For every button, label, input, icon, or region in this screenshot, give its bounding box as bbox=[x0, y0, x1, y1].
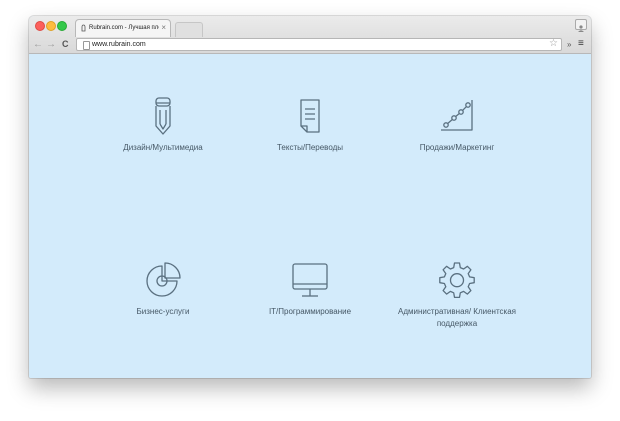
reload-icon[interactable]: C bbox=[62, 38, 69, 51]
bookmark-star-icon[interactable]: ☆ bbox=[549, 38, 558, 50]
toolbar: ← → C www.rubrain.com ☆ » ≡ bbox=[29, 37, 591, 53]
category-label: Тексты/Переводы bbox=[276, 143, 344, 152]
favicon-icon bbox=[80, 24, 87, 32]
document-icon bbox=[300, 99, 320, 133]
category-business[interactable]: Бизнес-услуги bbox=[83, 258, 243, 318]
category-design[interactable]: Дизайн/Мультимедиа bbox=[83, 94, 243, 154]
category-label: Продажи/Маркетинг bbox=[419, 143, 495, 152]
category-texts[interactable]: Тексты/Переводы bbox=[230, 94, 390, 154]
close-window-button[interactable] bbox=[35, 21, 45, 31]
new-tab-button[interactable] bbox=[175, 22, 203, 37]
browser-tab[interactable]: Rubrain.com - Лучшая пло × bbox=[75, 19, 171, 37]
gear-icon bbox=[439, 262, 475, 299]
forward-arrow-icon[interactable]: → bbox=[46, 38, 56, 51]
category-admin[interactable]: Административная/ Клиентская поддержка bbox=[377, 258, 537, 330]
category-it[interactable]: IT/Программирование bbox=[230, 258, 390, 318]
tab-close-icon[interactable]: × bbox=[161, 23, 166, 32]
tab-title: Rubrain.com - Лучшая пло bbox=[89, 25, 159, 31]
category-label: Административная/ Клиентская поддержка bbox=[398, 307, 516, 328]
user-profile-icon[interactable] bbox=[575, 19, 587, 32]
menu-hamburger-icon[interactable]: ≡ bbox=[578, 38, 584, 50]
page-icon bbox=[83, 41, 90, 50]
category-label: Бизнес-услуги bbox=[136, 307, 190, 316]
extensions-chevron-icon[interactable]: » bbox=[567, 39, 571, 50]
address-bar[interactable]: www.rubrain.com ☆ bbox=[76, 38, 562, 51]
pencil-icon bbox=[155, 97, 171, 135]
maximize-window-button[interactable] bbox=[57, 21, 67, 31]
url-text[interactable]: www.rubrain.com bbox=[92, 40, 146, 50]
category-label: IT/Программирование bbox=[268, 307, 352, 316]
monitor-icon bbox=[292, 263, 328, 297]
minimize-window-button[interactable] bbox=[46, 21, 56, 31]
browser-chrome: Rubrain.com - Лучшая пло × ← → C www.rub… bbox=[29, 16, 591, 54]
pie-chart-icon bbox=[146, 262, 181, 297]
category-sales[interactable]: Продажи/Маркетинг bbox=[377, 94, 537, 154]
category-label: Дизайн/Мультимедиа bbox=[123, 143, 203, 152]
browser-window: Rubrain.com - Лучшая пло × ← → C www.rub… bbox=[29, 16, 591, 378]
back-arrow-icon[interactable]: ← bbox=[33, 38, 43, 51]
growth-chart-icon bbox=[441, 100, 473, 131]
page-content: Дизайн/Мультимедиа Тексты/Переводы Прода… bbox=[29, 54, 591, 378]
